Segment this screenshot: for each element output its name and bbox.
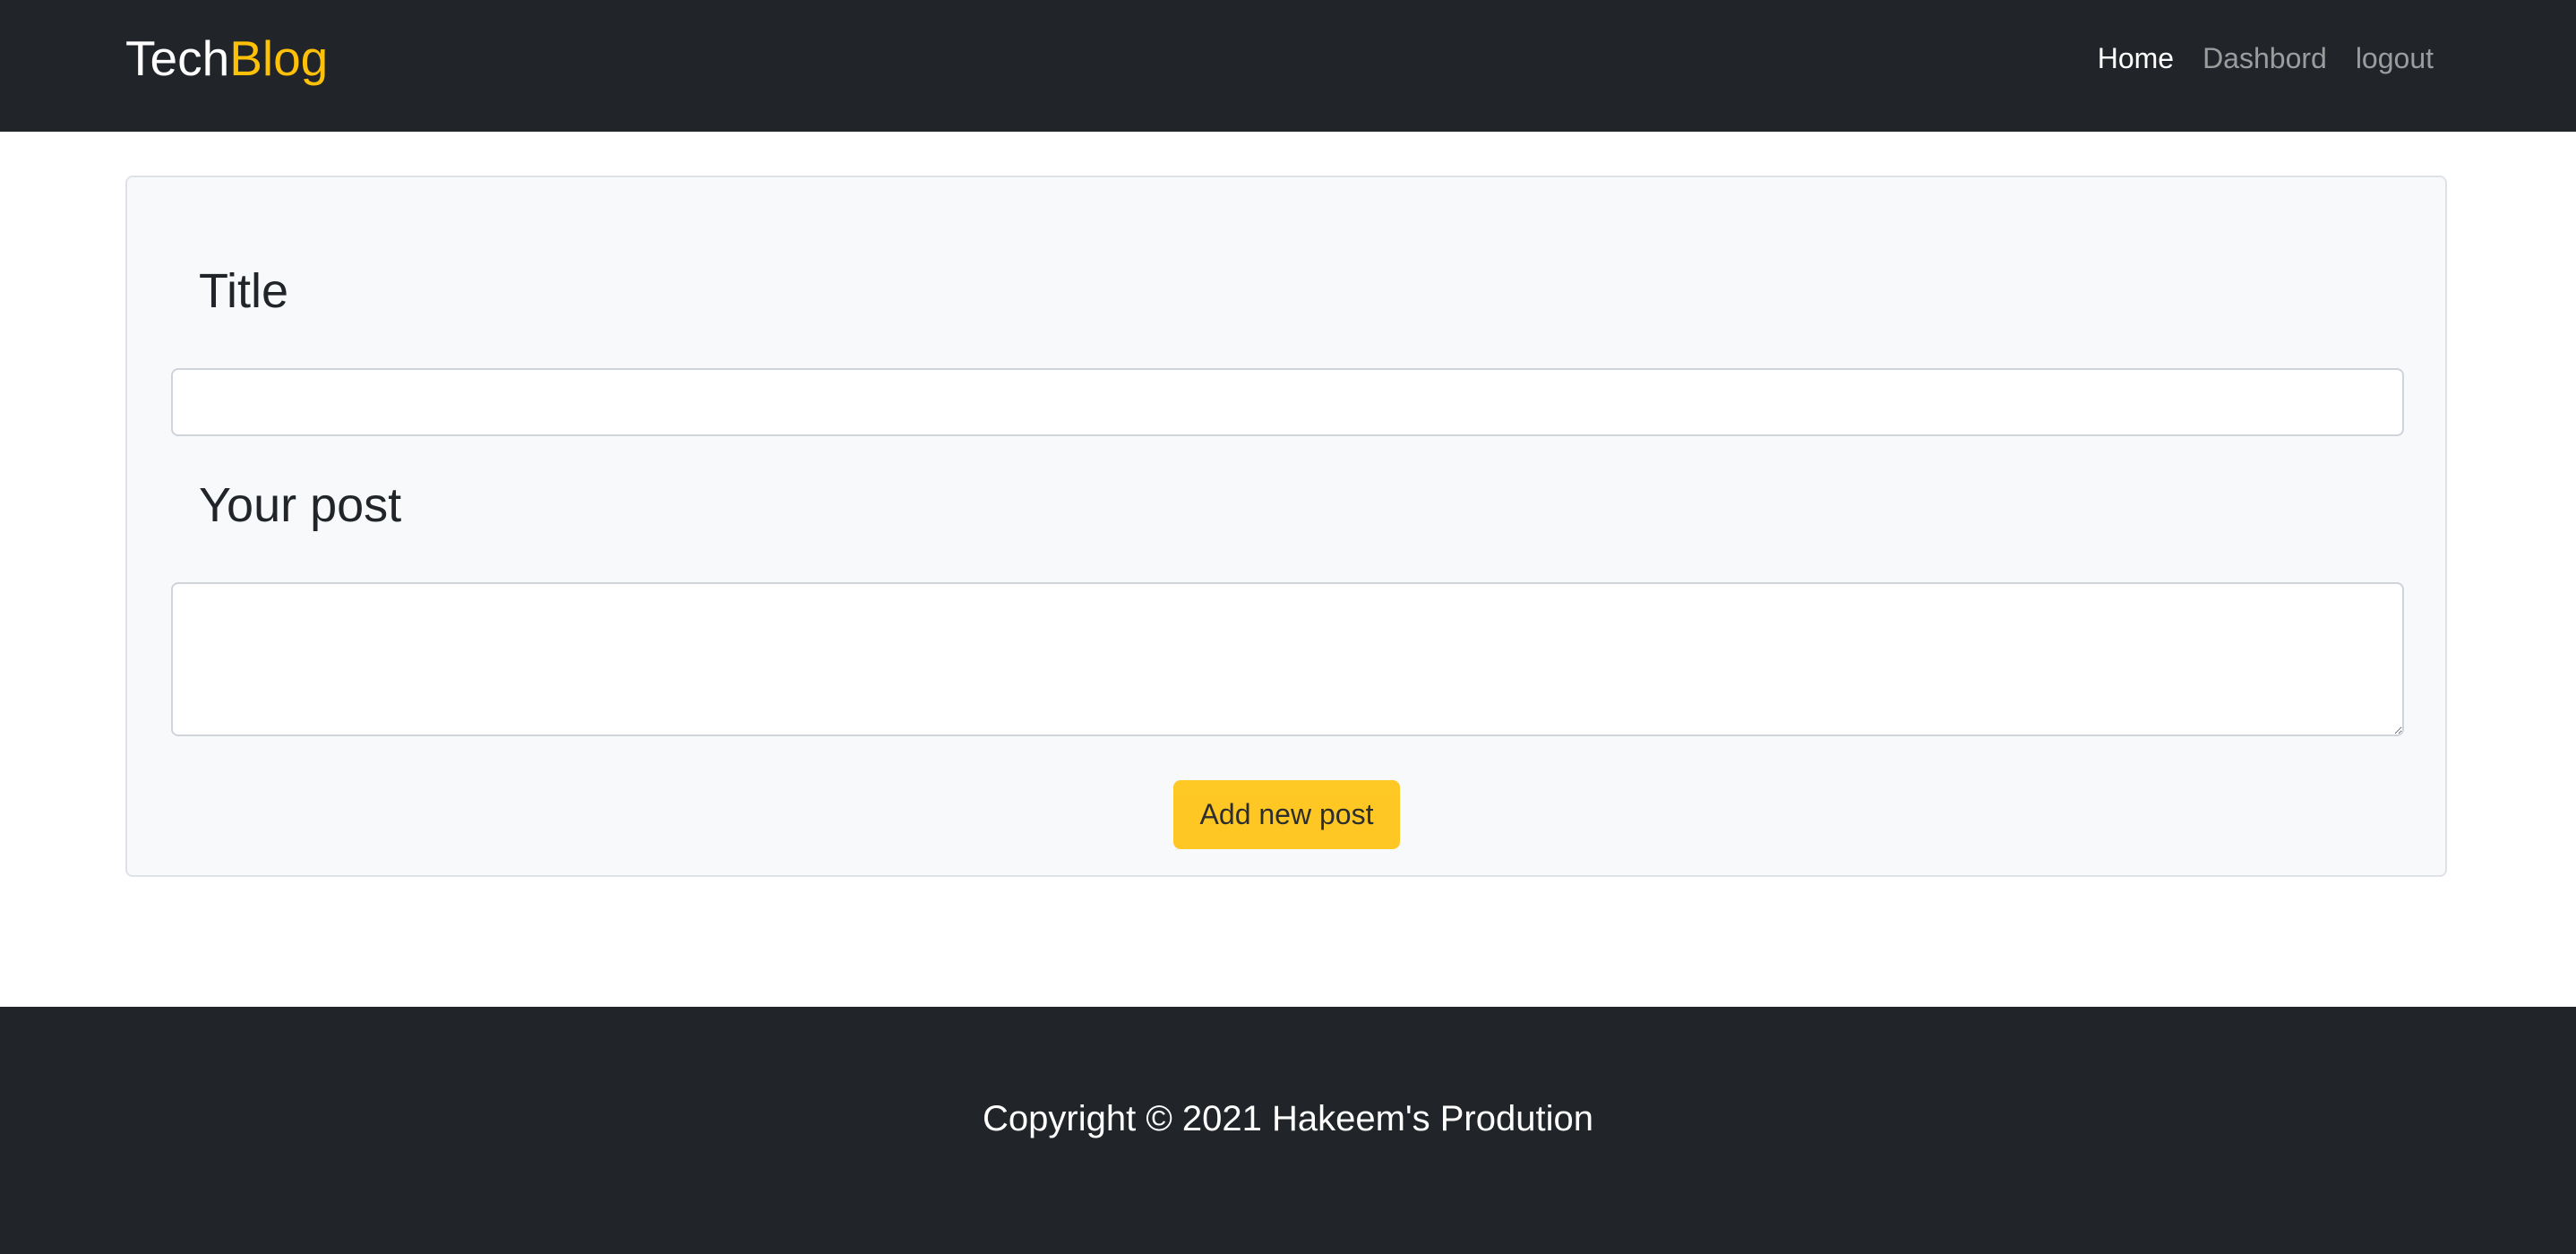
add-new-post-button[interactable]: Add new post <box>1173 780 1400 849</box>
post-textarea[interactable] <box>171 582 2404 736</box>
post-label: Your post <box>199 478 402 532</box>
nav-link-home[interactable]: Home <box>2098 38 2174 79</box>
brand-primary-text: Tech <box>125 30 230 86</box>
title-input[interactable] <box>171 368 2404 436</box>
nav-link-dashboard[interactable]: Dashbord <box>2202 38 2327 79</box>
top-navbar: TechBlog Home Dashbord logout <box>0 0 2576 132</box>
new-post-card: Title Your post Add new post <box>125 176 2447 877</box>
nav-links: Home Dashbord logout <box>2098 38 2434 79</box>
brand-accent-text: Blog <box>229 30 329 86</box>
footer: Copyright © 2021 Hakeem's Prodution <box>0 1007 2576 1254</box>
brand-logo[interactable]: TechBlog <box>125 27 328 90</box>
copyright-text: Copyright © 2021 Hakeem's Prodution <box>983 1099 1593 1138</box>
title-label: Title <box>199 264 289 318</box>
nav-link-logout[interactable]: logout <box>2356 38 2434 79</box>
